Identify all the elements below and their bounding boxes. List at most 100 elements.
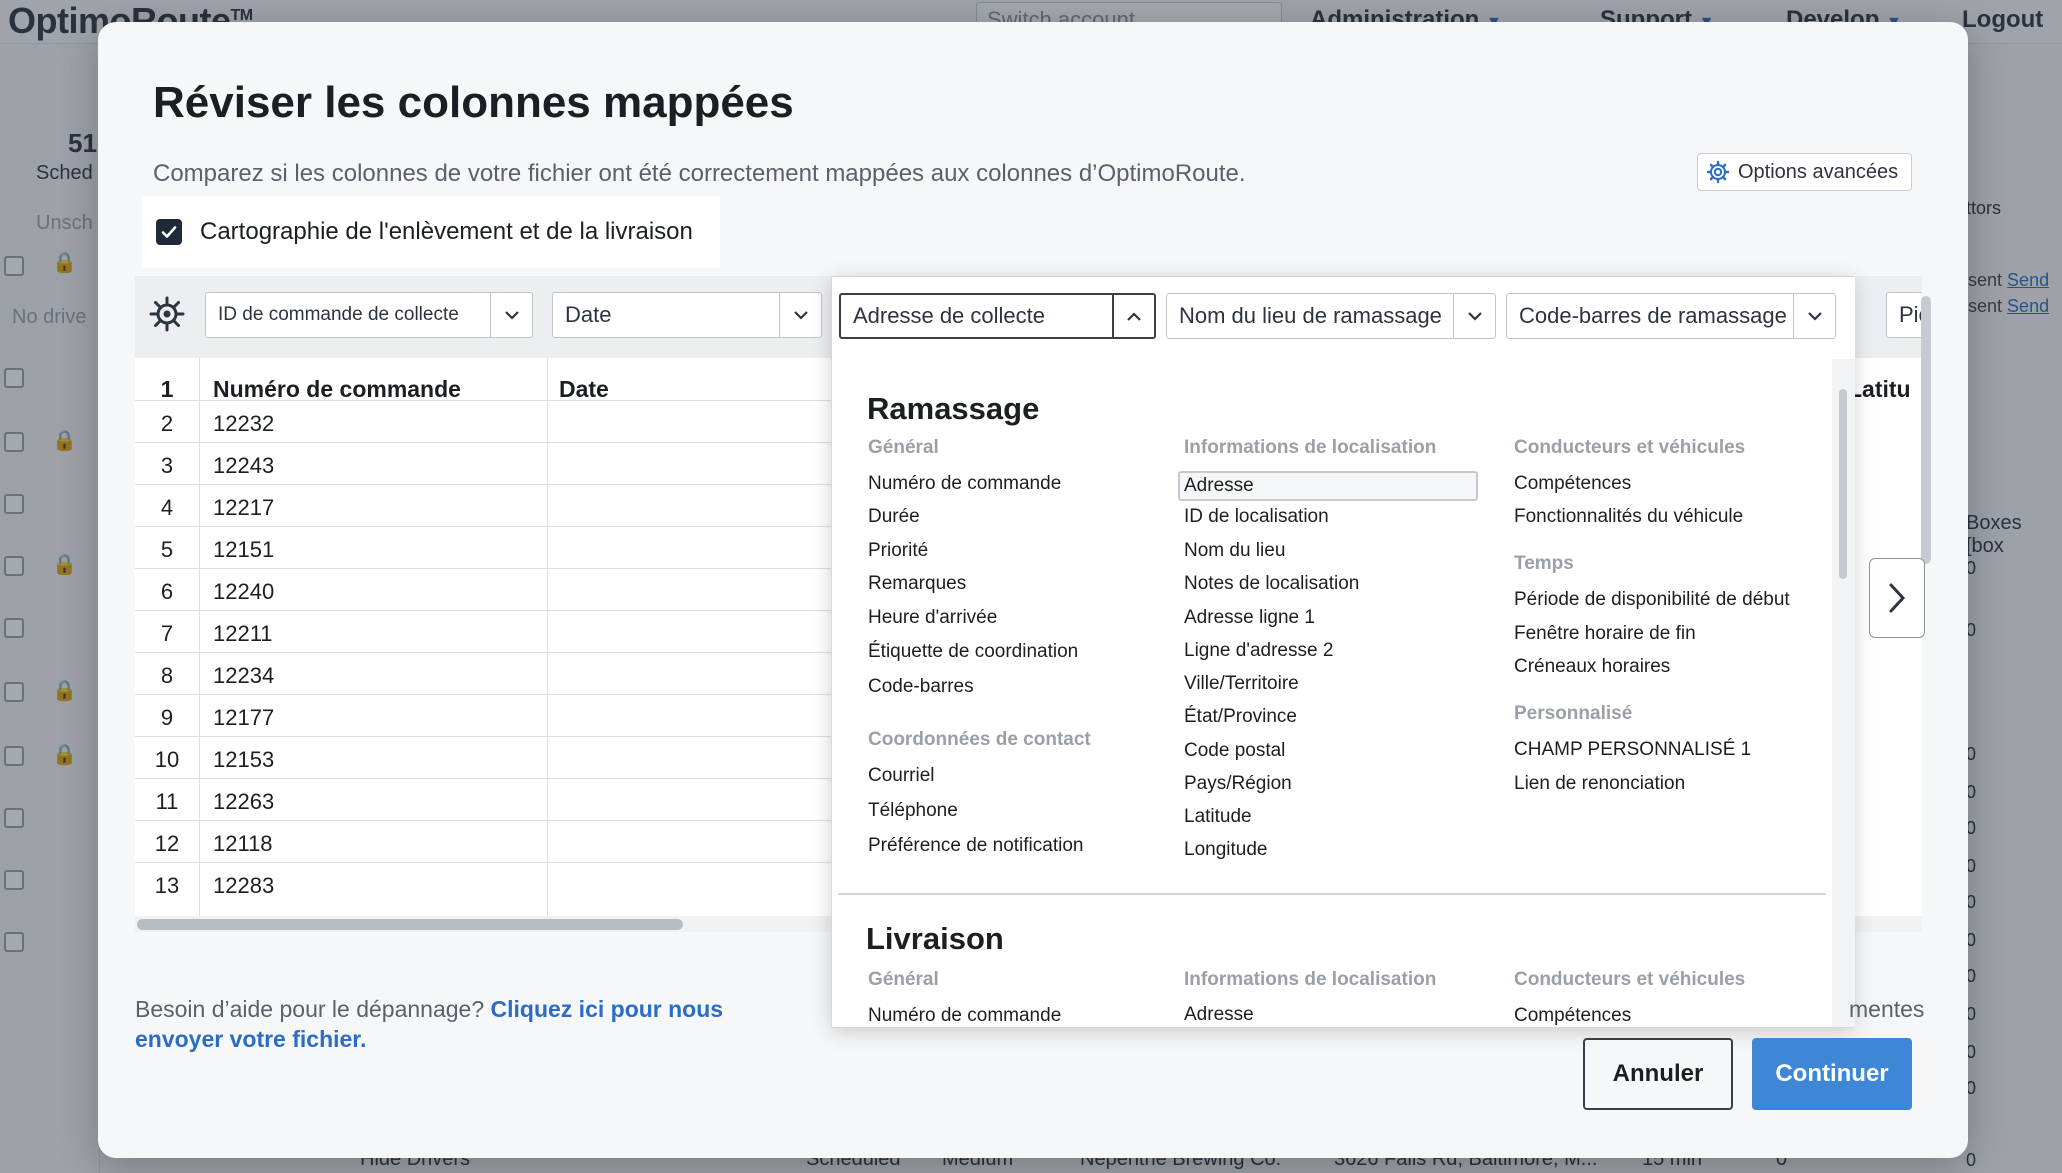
column-select-6[interactable]: Picku: [1886, 292, 1922, 338]
help-text: Besoin d’aide pour le dépannage? Cliquez…: [135, 996, 724, 1052]
column-select-value: Code-barres de ramassage: [1519, 303, 1787, 328]
option-postal-code[interactable]: Code postal: [1184, 740, 1285, 762]
column-select-value: Picku: [1899, 302, 1922, 327]
table-row: 3 12243: [135, 442, 835, 484]
group-title-contact: Coordonnées de contact: [868, 729, 1091, 750]
group-title-location: Informations de localisation: [1184, 437, 1437, 458]
mapping-checkbox-label: Cartographie de l'enlèvement et de la li…: [200, 218, 693, 245]
continue-button[interactable]: Continuer: [1752, 1038, 1912, 1110]
option-coordination-label[interactable]: Étiquette de coordination: [868, 641, 1078, 663]
chevron-down-icon[interactable]: [1793, 294, 1835, 338]
option-barcode[interactable]: Code-barres: [868, 676, 974, 698]
table-row: 13 12283: [135, 862, 835, 904]
section-title-pickup: Ramassage: [867, 391, 1040, 426]
option-delivery-order-number[interactable]: Numéro de commande: [868, 1005, 1061, 1027]
group-title-time: Temps: [1514, 553, 1574, 574]
table-row: 7 12211: [135, 610, 835, 652]
review-columns-modal: Réviser les colonnes mappées Comparez si…: [98, 22, 1968, 1158]
option-notification-preference[interactable]: Préférence de notification: [868, 835, 1083, 857]
option-vehicle-features[interactable]: Fonctionnalités du véhicule: [1514, 506, 1743, 528]
option-time-window-end[interactable]: Fenêtre horaire de fin: [1514, 623, 1696, 645]
chevron-down-icon[interactable]: [1453, 294, 1495, 338]
column-header-latitude: Latitu: [1848, 376, 1911, 402]
section-title-delivery: Livraison: [866, 921, 1004, 956]
gear-icon: [1706, 160, 1730, 184]
next-columns-button[interactable]: [1869, 558, 1925, 638]
option-phone[interactable]: Téléphone: [868, 800, 958, 822]
option-waiver-link[interactable]: Lien de renonciation: [1514, 773, 1685, 795]
chevron-up-icon[interactable]: [1112, 295, 1154, 339]
table-row: 6 12240: [135, 568, 835, 610]
column-header-date: Date: [559, 376, 609, 402]
column-select-5[interactable]: Code-barres de ramassage: [1506, 293, 1836, 339]
scrollbar-thumb[interactable]: [1839, 389, 1847, 579]
table-row: 9 12177: [135, 694, 835, 736]
chevron-down-icon[interactable]: [490, 293, 532, 337]
column-select-4[interactable]: Nom du lieu de ramassage: [1166, 293, 1496, 339]
option-priority[interactable]: Priorité: [868, 540, 928, 562]
table-row: 10 12153: [135, 736, 835, 778]
option-order-number[interactable]: Numéro de commande: [868, 473, 1061, 495]
dropdown-options-list: Ramassage Général Numéro de commande Dur…: [832, 359, 1832, 1027]
option-country[interactable]: Pays/Région: [1184, 773, 1292, 795]
column-mapping-dropdown: Adresse de collecte Nom du lieu de ramas…: [831, 276, 1855, 1028]
advanced-options-label: Options avancées: [1738, 160, 1899, 183]
modal-title: Réviser les colonnes mappées: [153, 78, 794, 127]
option-location-notes[interactable]: Notes de localisation: [1184, 573, 1359, 595]
option-delivery-address[interactable]: Adresse: [1184, 1004, 1254, 1026]
option-address-line-1[interactable]: Adresse ligne 1: [1184, 607, 1315, 629]
group-title-drivers: Conducteurs et véhicules: [1514, 437, 1746, 458]
option-arrival-time[interactable]: Heure d'arrivée: [868, 607, 997, 629]
modal-subtitle: Comparez si les colonnes de votre fichie…: [153, 160, 1246, 187]
option-delivery-skills[interactable]: Compétences: [1514, 1005, 1631, 1027]
option-notes[interactable]: Remarques: [868, 573, 966, 595]
option-latitude[interactable]: Latitude: [1184, 806, 1252, 828]
option-custom-field-1[interactable]: CHAMP PERSONNALISÉ 1: [1514, 739, 1751, 761]
option-location-name[interactable]: Nom du lieu: [1184, 540, 1285, 562]
chevron-right-icon: [1889, 583, 1906, 613]
group-title-location: Informations de localisation: [1184, 969, 1437, 990]
option-location-id[interactable]: ID de localisation: [1184, 506, 1329, 528]
column-header-order: Numéro de commande: [213, 376, 461, 402]
table-row: 2 12232: [135, 400, 835, 442]
group-title-custom: Personnalisé: [1514, 703, 1633, 724]
option-city[interactable]: Ville/Territoire: [1184, 673, 1299, 695]
option-time-slots[interactable]: Créneaux horaires: [1514, 656, 1670, 678]
table-row: 11 12263: [135, 778, 835, 820]
option-address-selected[interactable]: Adresse: [1178, 471, 1478, 501]
group-title-general: Général: [868, 437, 939, 458]
section-divider: [838, 893, 1826, 895]
scrollbar-thumb[interactable]: [137, 919, 683, 930]
column-select-1[interactable]: ID de commande de collecte: [205, 292, 533, 338]
partial-text: mentes: [1849, 996, 1925, 1022]
option-time-window-start[interactable]: Période de disponibilité de début: [1514, 589, 1790, 611]
group-title-general: Général: [868, 969, 939, 990]
cancel-button[interactable]: Annuler: [1583, 1038, 1733, 1110]
option-email[interactable]: Courriel: [868, 765, 935, 787]
optimoroute-logo-icon: [149, 296, 185, 332]
group-title-drivers: Conducteurs et véhicules: [1514, 969, 1746, 990]
advanced-options-button[interactable]: Options avancées: [1697, 153, 1912, 191]
table-row: 5 12151: [135, 526, 835, 568]
option-longitude[interactable]: Longitude: [1184, 839, 1267, 861]
table-row: 8 12234: [135, 652, 835, 694]
vertical-scrollbar[interactable]: [1921, 296, 1931, 564]
column-select-value: Adresse de collecte: [853, 303, 1045, 328]
column-select-2[interactable]: Date: [552, 292, 822, 338]
column-select-value: Nom du lieu de ramassage: [1179, 303, 1442, 328]
option-state[interactable]: État/Province: [1184, 706, 1297, 728]
table-row: 4 12217: [135, 484, 835, 526]
checkbox-checked-icon[interactable]: [156, 219, 182, 245]
pickup-delivery-mapping-checkbox[interactable]: Cartographie de l'enlèvement et de la li…: [142, 196, 720, 268]
header-row-number: 1: [160, 376, 174, 402]
column-select-value: ID de commande de collecte: [218, 304, 459, 325]
chevron-down-icon[interactable]: [779, 293, 821, 337]
option-duration[interactable]: Durée: [868, 506, 920, 528]
dropdown-scrollbar[interactable]: [1832, 359, 1855, 1027]
dropdown-select-row: Adresse de collecte Nom du lieu de ramas…: [832, 277, 1855, 359]
option-address-line-2[interactable]: Ligne d'adresse 2: [1184, 640, 1333, 662]
column-select-3[interactable]: Adresse de collecte: [839, 293, 1156, 339]
option-skills[interactable]: Compétences: [1514, 473, 1631, 495]
column-select-value: Date: [565, 302, 612, 327]
table-row: 12 12118: [135, 820, 835, 862]
